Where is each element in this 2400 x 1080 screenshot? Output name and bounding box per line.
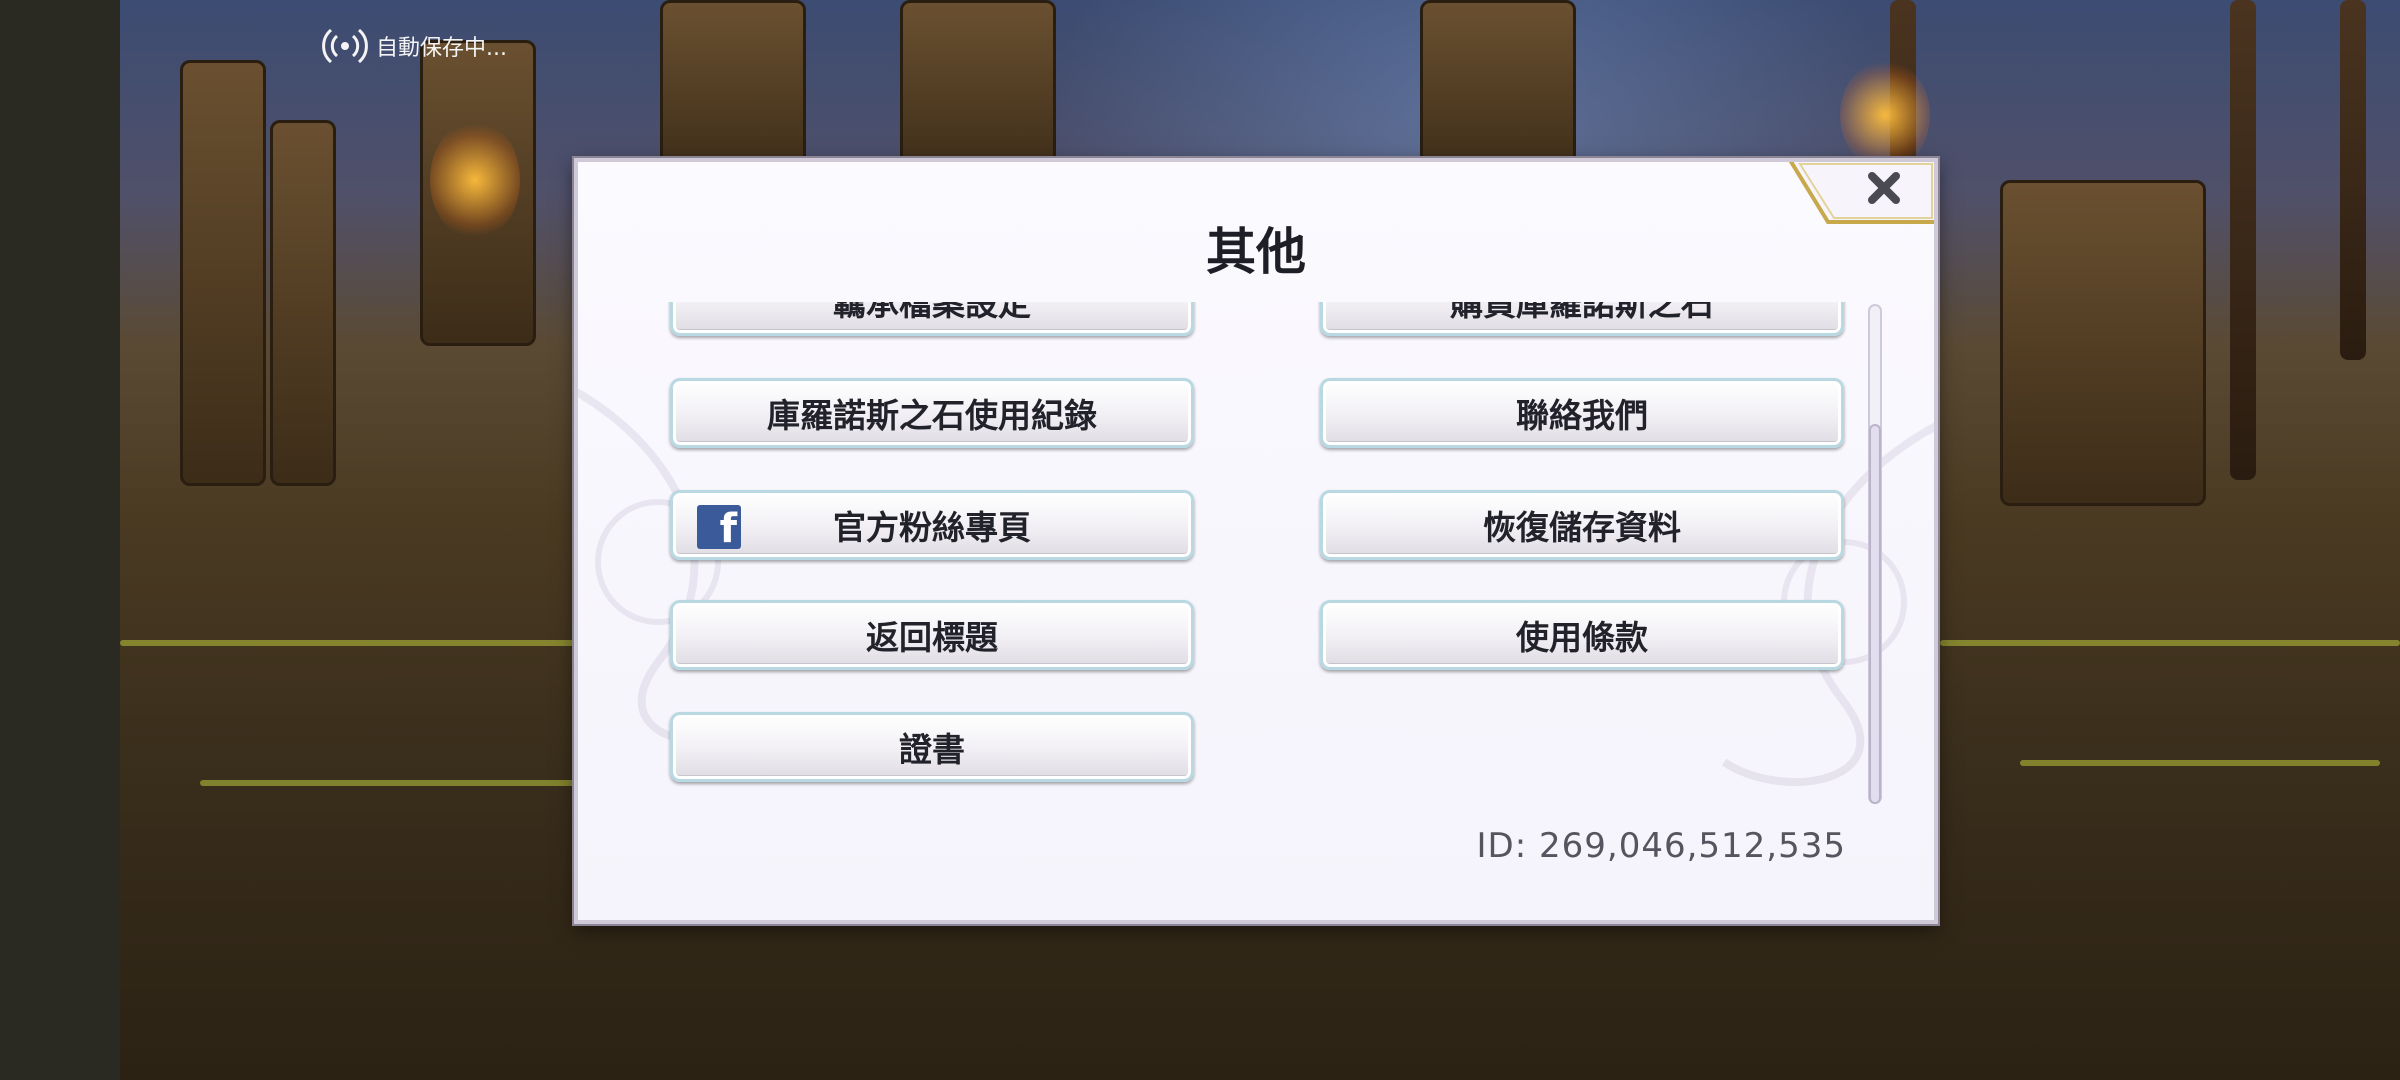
fan-page-button[interactable]: f 官方粉絲專頁 <box>670 490 1194 560</box>
restore-save-button[interactable]: 恢復儲存資料 <box>1320 490 1844 560</box>
button-label: 聯絡我們 <box>1516 396 1648 435</box>
button-label: 證書 <box>899 730 965 769</box>
palm-trunk <box>2340 0 2366 360</box>
broadcast-icon <box>322 28 368 64</box>
close-button[interactable] <box>1786 162 1934 224</box>
button-label: 恢復儲存資料 <box>1483 508 1681 547</box>
button-label: 購買庫羅諾斯之石 <box>1450 302 1714 323</box>
button-label: 庫羅諾斯之石使用紀錄 <box>767 396 1097 435</box>
license-button[interactable]: 證書 <box>670 712 1194 782</box>
close-x-icon <box>1788 162 1934 224</box>
glowing-rune-line <box>2020 760 2380 766</box>
stone-pillar <box>2000 180 2206 506</box>
stone-pillar <box>180 60 266 486</box>
button-label: 官方粉絲專頁 <box>833 508 1031 547</box>
button-label: 羈承檔案設定 <box>833 302 1031 323</box>
button-label: 返回標題 <box>866 618 998 657</box>
menu-button-list[interactable]: 羈承檔案設定 購買庫羅諾斯之石 庫羅諾斯之石使用紀錄 聯絡我們 f 官方粉絲專頁… <box>578 302 1878 822</box>
other-menu-dialog: 其他 羈承檔案設定 購買庫羅諾斯之石 庫羅諾斯之石使用紀錄 聯絡我們 f 官方粉… <box>574 158 1938 924</box>
palm-trunk <box>2230 0 2256 480</box>
left-letterbox <box>0 0 120 1080</box>
glowing-rune-line <box>200 780 620 786</box>
stone-pillar <box>270 120 336 486</box>
button-label: 使用條款 <box>1516 618 1648 657</box>
autosave-text: 自動保存中... <box>376 36 507 61</box>
dialog-title: 其他 <box>1206 222 1306 281</box>
stone-history-button[interactable]: 庫羅諾斯之石使用紀錄 <box>670 378 1194 448</box>
terms-button[interactable]: 使用條款 <box>1320 600 1844 670</box>
glowing-rune-line <box>1940 640 2400 646</box>
contact-us-button[interactable]: 聯絡我們 <box>1320 378 1844 448</box>
torch-flame <box>430 120 520 240</box>
archive-settings-button[interactable]: 羈承檔案設定 <box>670 302 1194 336</box>
return-title-button[interactable]: 返回標題 <box>670 600 1194 670</box>
player-id: ID: 269,046,512,535 <box>1476 826 1846 866</box>
autosave-indicator: 自動保存中... <box>322 26 507 66</box>
facebook-icon: f <box>697 505 741 549</box>
buy-stones-button[interactable]: 購買庫羅諾斯之石 <box>1320 302 1844 336</box>
scrollbar-thumb[interactable] <box>1869 424 1881 804</box>
torch-flame <box>1840 60 1930 170</box>
